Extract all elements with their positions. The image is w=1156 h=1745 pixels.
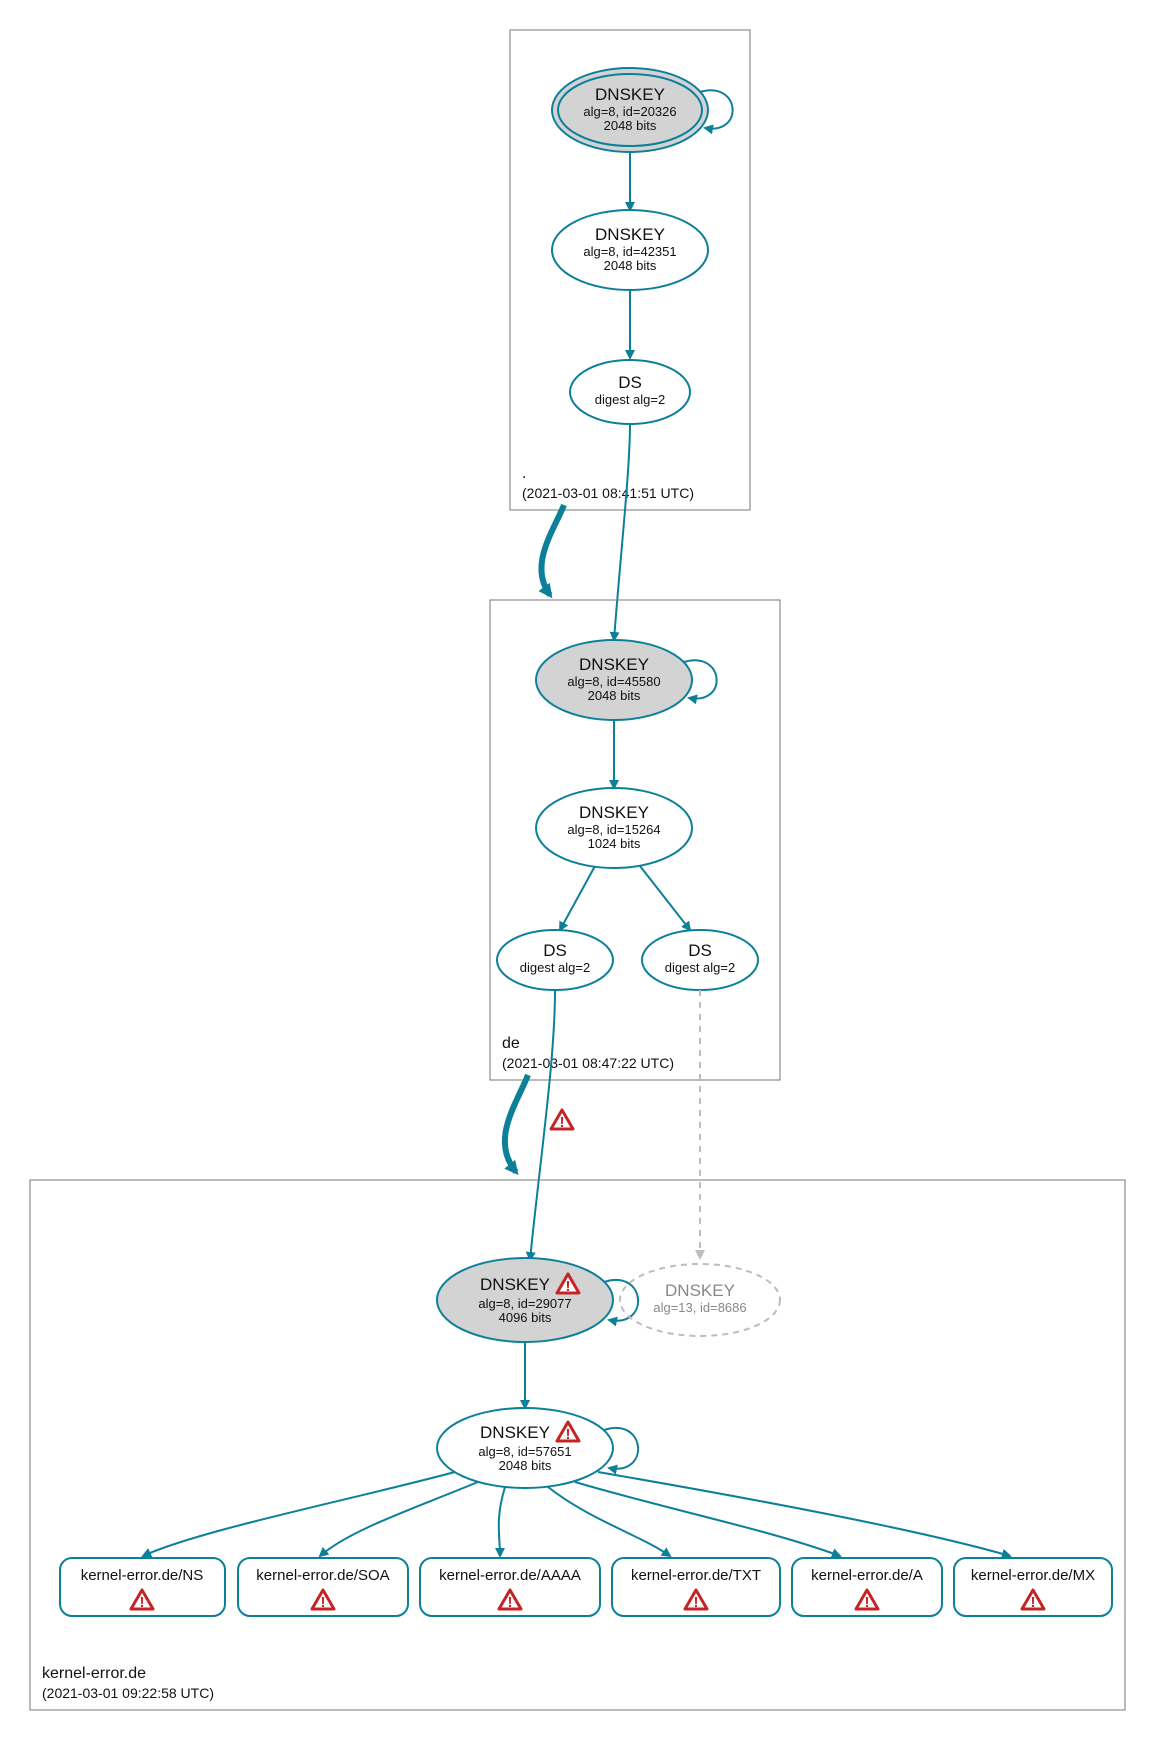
zone-de-date: (2021-03-01 08:47:22 UTC) [502,1055,674,1071]
svg-text:digest alg=2: digest alg=2 [520,960,590,975]
node-de-zsk: DNSKEY alg=8, id=15264 1024 bits [536,788,692,868]
svg-text:DNSKEY: DNSKEY [579,803,649,822]
svg-text:alg=8, id=45580: alg=8, id=45580 [567,674,660,689]
svg-text:DNSKEY: DNSKEY [665,1281,735,1300]
svg-text:DS: DS [543,941,567,960]
svg-text:2048 bits: 2048 bits [588,688,641,703]
rr-mx: kernel-error.de/MX [954,1558,1112,1616]
zone-root-label: . [522,465,526,482]
node-de-ds1: DS digest alg=2 [497,930,613,990]
svg-text:4096 bits: 4096 bits [499,1310,552,1325]
svg-text:kernel-error.de/MX: kernel-error.de/MX [971,1567,1095,1584]
node-root-zsk: DNSKEY alg=8, id=42351 2048 bits [552,210,708,290]
node-root-ds: DS digest alg=2 [570,360,690,424]
svg-text:1024 bits: 1024 bits [588,836,641,851]
svg-text:2048 bits: 2048 bits [604,118,657,133]
rr-aaaa: kernel-error.de/AAAA [420,1558,600,1616]
zone-kernel-error-de: kernel-error.de (2021-03-01 09:22:58 UTC… [30,1180,1125,1710]
svg-text:alg=8, id=57651: alg=8, id=57651 [478,1444,571,1459]
svg-text:kernel-error.de/SOA: kernel-error.de/SOA [256,1567,389,1584]
svg-text:DNSKEY: DNSKEY [595,225,665,244]
svg-text:alg=8, id=42351: alg=8, id=42351 [583,244,676,259]
svg-text:alg=8, id=15264: alg=8, id=15264 [567,822,660,837]
node-root-ksk: DNSKEY alg=8, id=20326 2048 bits [552,68,708,152]
dnsviz-graph: ! . (2021-03-01 08:41:51 UTC) DNSKEY alg… [0,0,1156,1745]
zone-de-label: de [502,1035,520,1052]
zone-root-date: (2021-03-01 08:41:51 UTC) [522,485,694,501]
zone-ke-date: (2021-03-01 09:22:58 UTC) [42,1685,214,1701]
svg-text:DS: DS [618,373,642,392]
svg-text:digest alg=2: digest alg=2 [595,392,665,407]
svg-text:2048 bits: 2048 bits [499,1458,552,1473]
svg-text:2048 bits: 2048 bits [604,258,657,273]
node-de-ksk: DNSKEY alg=8, id=45580 2048 bits [536,640,692,720]
warn-icon [551,1110,573,1131]
node-ke-zsk: DNSKEY alg=8, id=57651 2048 bits [437,1408,613,1488]
rr-soa: kernel-error.de/SOA [238,1558,408,1616]
zone-de: de (2021-03-01 08:47:22 UTC) DNSKEY alg=… [490,600,780,1080]
svg-text:alg=8, id=20326: alg=8, id=20326 [583,104,676,119]
svg-text:DNSKEY: DNSKEY [595,85,665,104]
rr-a: kernel-error.de/A [792,1558,942,1616]
zone-ke-label: kernel-error.de [42,1665,146,1682]
svg-text:kernel-error.de/A: kernel-error.de/A [811,1567,923,1584]
svg-text:alg=8, id=29077: alg=8, id=29077 [478,1296,571,1311]
node-ke-ksk: DNSKEY alg=8, id=29077 4096 bits [437,1258,613,1342]
svg-text:DS: DS [688,941,712,960]
svg-text:kernel-error.de/AAAA: kernel-error.de/AAAA [439,1567,581,1584]
rr-ns: kernel-error.de/NS [60,1558,225,1616]
svg-text:kernel-error.de/TXT: kernel-error.de/TXT [631,1567,761,1584]
node-de-ds2: DS digest alg=2 [642,930,758,990]
rr-txt: kernel-error.de/TXT [612,1558,780,1616]
svg-text:kernel-error.de/NS: kernel-error.de/NS [81,1567,204,1584]
svg-text:DNSKEY: DNSKEY [480,1423,550,1442]
svg-text:DNSKEY: DNSKEY [480,1275,550,1294]
node-ke-dashed: DNSKEY alg=13, id=8686 [620,1264,780,1336]
svg-text:digest alg=2: digest alg=2 [665,960,735,975]
svg-text:alg=13, id=8686: alg=13, id=8686 [653,1300,746,1315]
svg-text:DNSKEY: DNSKEY [579,655,649,674]
